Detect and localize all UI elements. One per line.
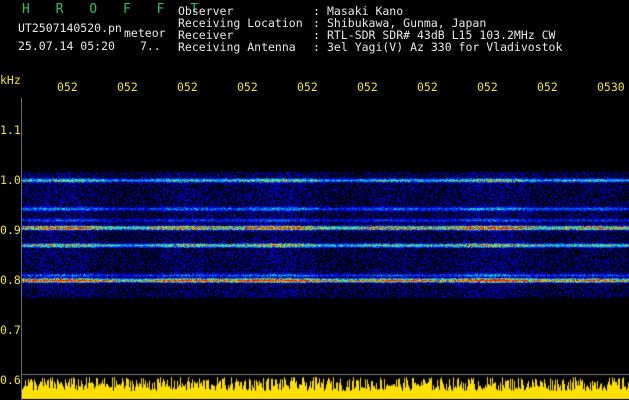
time-tick: 052: [117, 80, 138, 94]
time-tick: 052: [57, 80, 78, 94]
time-tick: 052: [537, 80, 558, 94]
meteor-tag: meteor: [124, 26, 166, 40]
antenna-label: Receiving Antenna: [178, 40, 296, 54]
spectrogram-canvas: [22, 98, 629, 400]
spectrogram: [22, 98, 629, 400]
time-tick-last: 0530: [597, 80, 625, 94]
freq-tick: 1.1: [0, 123, 21, 137]
time-tick: 052: [177, 80, 198, 94]
time-tick: 052: [237, 80, 258, 94]
freq-tick: 0.8: [0, 273, 21, 287]
file-name: UT2507140520.pn: [18, 21, 122, 35]
time-tick: 052: [357, 80, 378, 94]
extra-label: 7..: [140, 39, 161, 53]
antenna-colon: :: [313, 40, 320, 54]
freq-tick: 0.6: [0, 373, 21, 387]
time-tick: 052: [417, 80, 438, 94]
unit-label: kHz: [0, 73, 21, 87]
freq-tick: 1.0: [0, 173, 21, 187]
time-tick: 052: [477, 80, 498, 94]
time-tick: 052: [297, 80, 318, 94]
antenna-value: 3el Yagi(V) Az 330 for Vladivostok: [327, 40, 563, 54]
freq-tick: 0.9: [0, 223, 21, 237]
date-time: 25.07.14 05:20: [18, 39, 115, 53]
freq-tick: 0.7: [0, 323, 21, 337]
